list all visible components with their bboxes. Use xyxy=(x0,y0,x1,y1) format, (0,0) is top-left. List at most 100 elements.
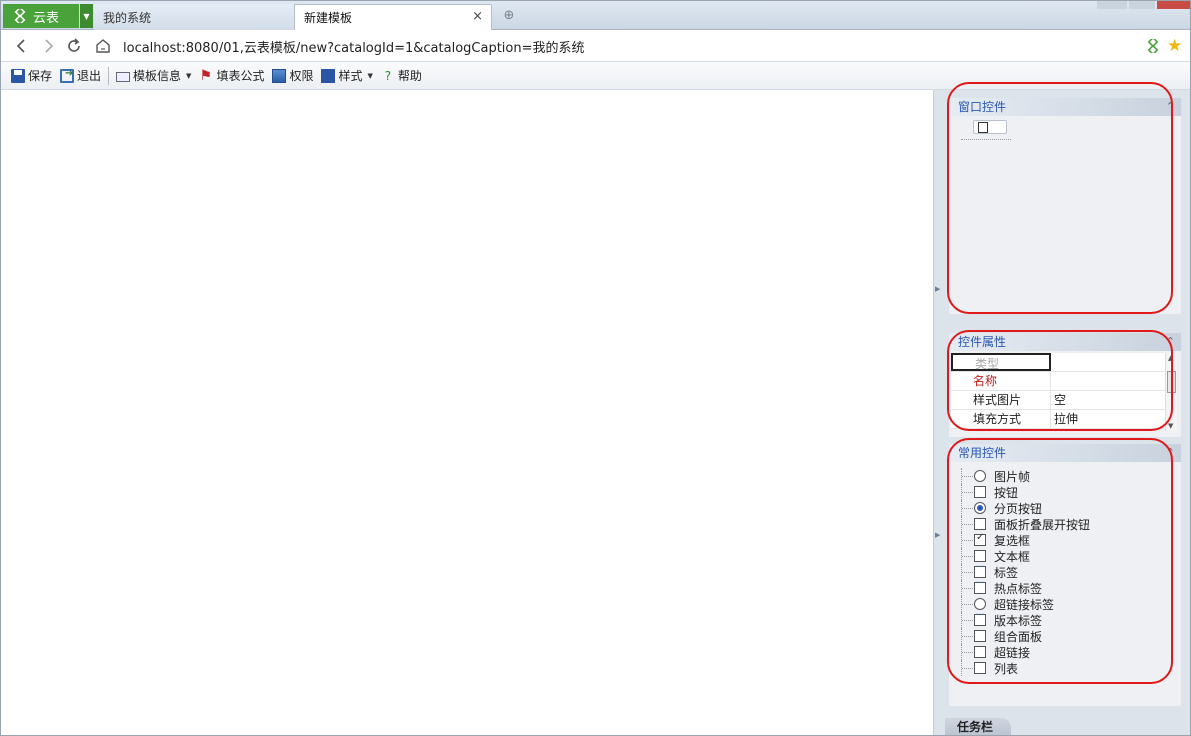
control-item-paging-button[interactable]: 分页按钮 xyxy=(961,500,1090,516)
property-value[interactable]: 拉伸 xyxy=(1051,410,1167,428)
link-icon xyxy=(974,598,986,610)
collapse-up-icon[interactable]: ⌃ xyxy=(1166,333,1175,351)
property-row[interactable]: 样式图片 空 xyxy=(951,391,1167,410)
permission-icon xyxy=(272,68,287,83)
new-tab-icon[interactable]: ⊕ xyxy=(501,8,517,24)
help-label: 帮助 xyxy=(397,69,422,83)
property-value[interactable] xyxy=(1051,372,1167,390)
home-button[interactable] xyxy=(93,36,113,56)
checkbox-icon xyxy=(974,532,986,546)
list-item-label: 组合面板 xyxy=(994,629,1043,644)
formula-button[interactable]: ⚑ 填表公式 xyxy=(195,65,268,87)
app-dropdown-icon[interactable]: ▼ xyxy=(80,4,93,28)
collapse-arrow-icon[interactable]: ▶ xyxy=(935,531,940,539)
info-card-icon xyxy=(116,71,131,82)
scroll-up-icon[interactable]: ▲ xyxy=(1168,354,1173,362)
control-item-version-label[interactable]: 版本标签 xyxy=(961,610,1090,628)
panel-header[interactable]: 窗口控件 ⌃ xyxy=(949,98,1181,116)
bookmark-star-icon[interactable]: ★ xyxy=(1167,36,1182,56)
browser-window: 云表 ▼ 我的系统 新建模板 × ⊕ localhost:8080/01,云表模… xyxy=(0,0,1191,736)
exit-label: 退出 xyxy=(77,69,102,83)
chevron-down-icon: ▼ xyxy=(367,71,373,80)
panel-header[interactable]: 常用控件 ⌃ xyxy=(949,444,1181,462)
chevron-down-icon: ▼ xyxy=(186,71,192,80)
textbox-icon xyxy=(974,550,986,562)
collapse-arrow-icon[interactable]: ▶ xyxy=(935,285,940,293)
scrollbar-thumb[interactable] xyxy=(1167,371,1176,393)
url-field[interactable]: localhost:8080/01,云表模板/new?catalogId=1&c… xyxy=(123,37,585,56)
collapse-up-icon[interactable]: ⌃ xyxy=(1166,444,1175,462)
list-item-label: 标签 xyxy=(994,565,1019,580)
property-row[interactable]: 填充方式 拉伸 xyxy=(951,410,1167,429)
property-row[interactable]: 类型 xyxy=(951,353,1167,372)
toolbar-divider xyxy=(108,66,110,85)
app-logo-icon[interactable] xyxy=(1146,39,1160,53)
list-icon xyxy=(974,662,986,674)
property-value[interactable] xyxy=(1051,353,1167,371)
property-grid: 类型 名称 样式图片 空 填充方式 拉伸 xyxy=(951,353,1167,429)
list-item-label: 按钮 xyxy=(994,485,1019,500)
close-tab-icon[interactable]: × xyxy=(472,9,483,24)
radio-icon xyxy=(974,502,986,514)
tab-my-system[interactable]: 我的系统 xyxy=(94,4,294,30)
close-window-button[interactable] xyxy=(1157,1,1190,9)
floppy-disk-icon xyxy=(11,68,25,83)
home-icon xyxy=(96,39,110,53)
style-button[interactable]: 样式 ▼ xyxy=(317,65,376,87)
control-item-hotspot-label[interactable]: 热点标签 xyxy=(961,578,1090,596)
common-controls-panel: 常用控件 ⌃ 图片帧 按钮 分页按钮 面板折叠展开按钮 复选框 文本框 标签 热… xyxy=(949,444,1181,706)
list-item-label: 超链接 xyxy=(994,645,1031,660)
style-label: 样式 xyxy=(338,69,363,83)
taskbar-tab[interactable]: 任务栏 xyxy=(945,718,1011,735)
panel-header[interactable]: 控件属性 ⌃ xyxy=(949,333,1181,351)
maximize-button[interactable] xyxy=(1129,1,1155,9)
exit-button[interactable]: 退出 xyxy=(56,65,105,87)
permission-button[interactable]: 权限 xyxy=(268,65,317,87)
forward-button[interactable] xyxy=(39,36,59,56)
cursor-icon xyxy=(974,486,986,498)
tab-bar: 云表 ▼ 我的系统 新建模板 × ⊕ xyxy=(1,1,1190,30)
list-item-label: 超链接标签 xyxy=(994,597,1055,612)
style-icon xyxy=(321,68,336,83)
template-info-button[interactable]: 模板信息 ▼ xyxy=(112,65,195,87)
help-icon: ? xyxy=(384,68,392,83)
property-key: 名称 xyxy=(951,372,1051,390)
app-menu-button[interactable]: 云表 xyxy=(3,4,79,28)
task-bar: 任务栏 xyxy=(941,716,1190,735)
panel-splitter[interactable]: ▶ ▶ xyxy=(933,90,941,735)
version-label-icon xyxy=(974,610,986,626)
property-value[interactable]: 空 xyxy=(1051,391,1167,409)
list-item-label: 分页按钮 xyxy=(994,501,1043,516)
scroll-down-icon[interactable]: ▼ xyxy=(1168,422,1173,430)
control-item-collapse-button[interactable]: 面板折叠展开按钮 xyxy=(961,516,1090,532)
tab-label: 新建模板 xyxy=(304,11,353,25)
collapse-up-icon[interactable]: ⌃ xyxy=(1166,98,1175,116)
tree-node[interactable] xyxy=(961,120,1011,140)
list-item-label: 复选框 xyxy=(994,533,1031,548)
back-button[interactable] xyxy=(11,36,31,56)
design-canvas[interactable] xyxy=(2,90,933,735)
list-item-label: 列表 xyxy=(994,661,1019,676)
control-list: 图片帧 按钮 分页按钮 面板折叠展开按钮 复选框 文本框 标签 热点标签 超链接… xyxy=(961,468,1090,676)
control-item-checkbox[interactable]: 复选框 xyxy=(961,532,1090,548)
control-item-button[interactable]: 按钮 xyxy=(961,484,1090,500)
folder-icon xyxy=(974,518,986,530)
tab-new-template[interactable]: 新建模板 × xyxy=(294,4,492,30)
minimize-button[interactable] xyxy=(1097,1,1127,9)
help-button[interactable]: ? 帮助 xyxy=(377,65,426,87)
control-item-list[interactable]: 列表 xyxy=(961,660,1090,676)
tab-label: 我的系统 xyxy=(103,10,152,25)
control-item-group-panel[interactable]: 组合面板 xyxy=(961,628,1090,644)
list-item-label: 图片帧 xyxy=(994,469,1031,484)
list-item-label: 面板折叠展开按钮 xyxy=(994,517,1091,532)
property-row[interactable]: 名称 xyxy=(951,372,1167,391)
save-button[interactable]: 保存 xyxy=(7,65,56,87)
control-item-image-frame[interactable]: 图片帧 xyxy=(961,468,1090,484)
control-item-hyperlink[interactable]: 超链接 xyxy=(961,644,1090,660)
list-item-label: 热点标签 xyxy=(994,581,1043,596)
page-icon[interactable] xyxy=(973,120,1007,134)
refresh-button[interactable] xyxy=(64,36,84,56)
panel-title: 常用控件 xyxy=(958,446,1007,460)
group-panel-icon xyxy=(974,630,986,642)
property-scrollbar[interactable]: ▲ ▼ xyxy=(1165,353,1177,431)
